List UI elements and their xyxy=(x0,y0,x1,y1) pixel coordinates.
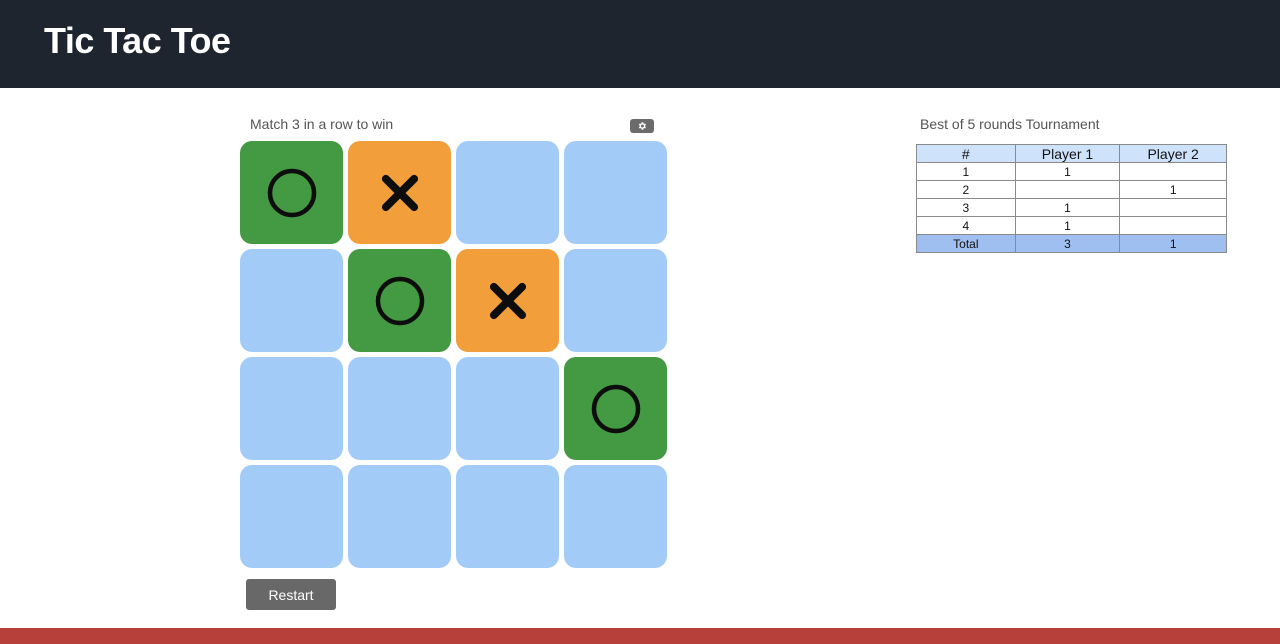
game-board xyxy=(240,141,668,569)
board-cell-2-0[interactable] xyxy=(240,357,343,460)
table-row: 1 1 xyxy=(916,162,1227,181)
board-cell-3-3[interactable] xyxy=(564,465,667,568)
o-mark-icon xyxy=(375,276,424,325)
table-row: 2 1 xyxy=(916,180,1227,199)
board-cell-0-1[interactable] xyxy=(348,141,451,244)
x-mark-icon xyxy=(489,282,526,319)
table-header-row: # Player 1 Player 2 xyxy=(916,144,1227,163)
round-cell: 2 xyxy=(916,180,1016,199)
board-cell-1-2[interactable] xyxy=(456,249,559,352)
restart-button[interactable]: Restart xyxy=(246,579,336,610)
player1-total-cell: 3 xyxy=(1014,234,1121,253)
round-cell: 1 xyxy=(916,162,1016,181)
column-header-round: # xyxy=(916,144,1016,163)
board-cell-0-2[interactable] xyxy=(456,141,559,244)
app-header: Tic Tac Toe xyxy=(0,0,1280,88)
game-instructions: Match 3 in a row to win xyxy=(250,116,394,132)
board-cell-2-1[interactable] xyxy=(348,357,451,460)
tournament-title: Best of 5 rounds Tournament xyxy=(920,116,1100,132)
total-label-cell: Total xyxy=(916,234,1016,253)
board-cell-1-3[interactable] xyxy=(564,249,667,352)
settings-button[interactable] xyxy=(630,119,654,133)
total-row: Total 3 1 xyxy=(916,234,1227,253)
column-header-player2: Player 2 xyxy=(1119,144,1227,163)
board-cell-1-1[interactable] xyxy=(348,249,451,352)
player2-score-cell xyxy=(1119,216,1227,235)
game-toolbar: Match 3 in a row to win xyxy=(240,114,668,138)
round-cell: 3 xyxy=(916,198,1016,217)
round-cell: 4 xyxy=(916,216,1016,235)
player1-score-cell: 1 xyxy=(1014,162,1121,181)
board-cell-2-3[interactable] xyxy=(564,357,667,460)
board-cell-0-3[interactable] xyxy=(564,141,667,244)
app-title: Tic Tac Toe xyxy=(44,20,231,61)
player1-score-cell: 1 xyxy=(1014,198,1121,217)
o-mark-icon xyxy=(267,168,316,217)
game-panel: Match 3 in a row to win Restart xyxy=(240,114,668,610)
gear-icon xyxy=(638,122,646,130)
board-cell-3-2[interactable] xyxy=(456,465,559,568)
table-row: 4 1 xyxy=(916,216,1227,235)
board-cell-2-2[interactable] xyxy=(456,357,559,460)
board-cell-1-0[interactable] xyxy=(240,249,343,352)
tournament-table: # Player 1 Player 2 1 1 2 1 3 1 4 1 Tota… xyxy=(916,144,1227,253)
column-header-player1: Player 1 xyxy=(1014,144,1121,163)
player2-total-cell: 1 xyxy=(1119,234,1227,253)
player2-score-cell xyxy=(1119,198,1227,217)
board-cell-3-1[interactable] xyxy=(348,465,451,568)
x-mark-icon xyxy=(381,174,418,211)
board-cell-3-0[interactable] xyxy=(240,465,343,568)
player1-score-cell: 1 xyxy=(1014,216,1121,235)
tournament-panel: Best of 5 rounds Tournament # Player 1 P… xyxy=(916,116,1227,253)
player1-score-cell xyxy=(1014,180,1121,199)
app-footer xyxy=(0,628,1280,644)
table-row: 3 1 xyxy=(916,198,1227,217)
board-cell-0-0[interactable] xyxy=(240,141,343,244)
player2-score-cell xyxy=(1119,162,1227,181)
player2-score-cell: 1 xyxy=(1119,180,1227,199)
o-mark-icon xyxy=(591,384,640,433)
